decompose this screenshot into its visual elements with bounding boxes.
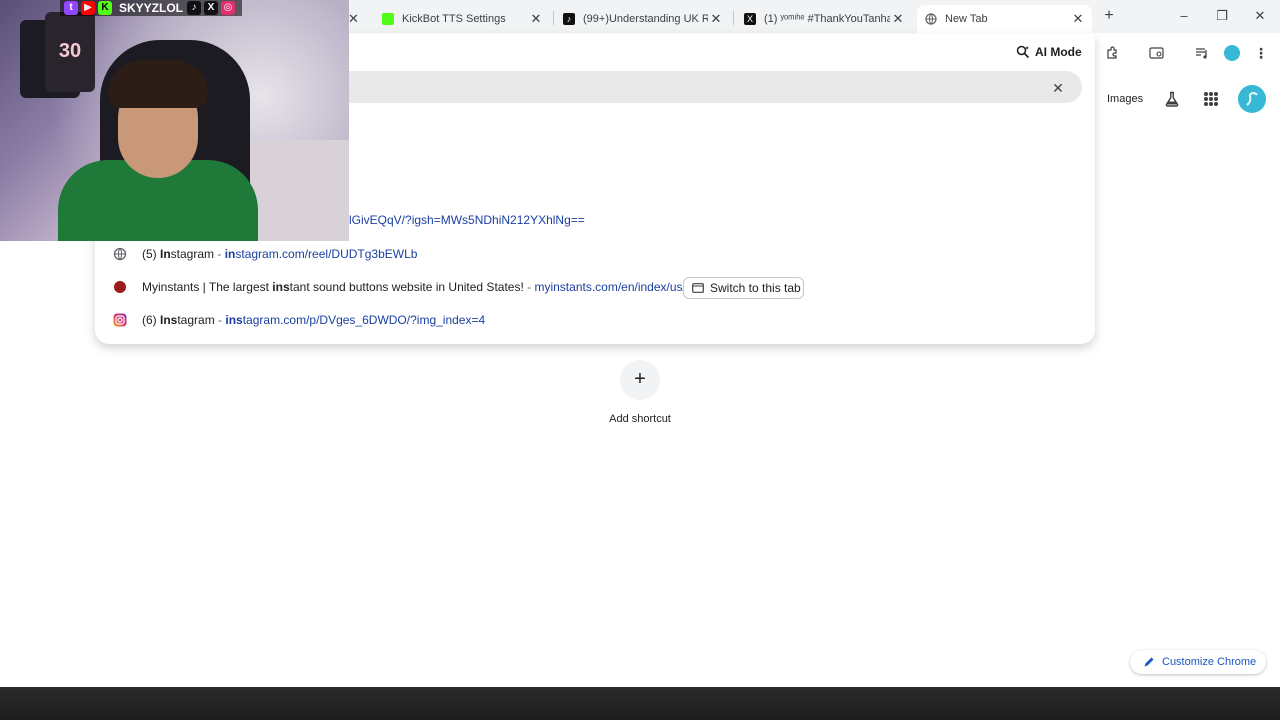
suggestion-title-match: ins (272, 280, 290, 294)
globe-icon (925, 13, 937, 25)
ai-mode-label: AI Mode (1035, 45, 1082, 59)
suggestion-title: tagram (177, 313, 215, 327)
suggestion-text: (6) Instagram - instagram.com/p/DVges_6D… (142, 313, 485, 327)
add-shortcut-button[interactable]: + (620, 360, 660, 400)
streamer-handle: SKYYZLOL (119, 1, 184, 15)
instagram-icon: ◎ (221, 1, 236, 15)
images-link[interactable]: Images (1107, 93, 1143, 105)
wall-jersey: 30 (45, 12, 95, 92)
suggestion-prefix: (6) (142, 313, 160, 327)
separator: - (214, 247, 225, 261)
youtube-icon: ▶ (81, 1, 95, 15)
suggestion-title: Myinstants | The largest (142, 280, 273, 294)
ai-mode-button[interactable]: AI Mode (1016, 45, 1082, 59)
extensions-icon[interactable] (1103, 44, 1121, 62)
suggestion-title: tant sound buttons website in United Sta… (289, 280, 524, 294)
os-taskbar (0, 687, 1280, 720)
tab-new-tab[interactable]: New Tab ✕ (917, 5, 1092, 33)
tiktok-icon: ♪ (187, 1, 202, 15)
media-controls-icon[interactable] (1193, 44, 1211, 62)
minimize-icon[interactable]: – (1174, 8, 1194, 23)
tab-x[interactable]: X (1) ʸᵒᵐᶦʰᵉ #ThankYouTanhas ✕ (736, 5, 912, 33)
suggestion-title: stagram (170, 247, 215, 261)
tab-title: (99+)Understanding UK Ra (583, 13, 708, 25)
search-input[interactable] (348, 71, 1082, 103)
tab-search-icon[interactable] (1148, 44, 1166, 62)
account-avatar[interactable] (1238, 85, 1266, 113)
x-icon: X (744, 13, 756, 25)
omnibox-suggestion[interactable]: (5) Instagram - instagram.com/reel/DUDTg… (95, 239, 1095, 269)
tab-close-button[interactable]: ✕ (708, 11, 724, 27)
separator: - (523, 280, 535, 294)
tab-close-button[interactable]: ✕ (890, 11, 906, 27)
chrome-menu-icon[interactable]: ⋮ (1252, 44, 1270, 62)
kick-icon: K (98, 1, 112, 15)
add-shortcut-label[interactable]: Add shortcut (580, 413, 700, 425)
tab-kickbot[interactable]: KickBot TTS Settings ✕ (372, 5, 550, 33)
suggestion-url: tagram.com/p/DVges_6DWDO/?img_index=4 (242, 313, 486, 327)
new-tab-button[interactable]: + (1100, 7, 1118, 25)
globe-icon (113, 247, 127, 261)
myinstants-icon (114, 281, 126, 293)
streamer-hair (108, 60, 208, 108)
tiktok-icon: ♪ (563, 13, 575, 25)
jersey-number: 30 (58, 40, 82, 62)
tab-close-button[interactable]: ✕ (1070, 11, 1086, 27)
tab-tiktok[interactable]: ♪ (99+)Understanding UK Ra ✕ (555, 5, 730, 33)
suggestion-title-match: Ins (160, 313, 178, 327)
suggestion-title-match: In (160, 247, 171, 261)
switch-to-tab-button[interactable]: Switch to this tab (683, 277, 804, 299)
tab-title: KickBot TTS Settings (402, 13, 506, 25)
suggestion-url-match: ins (225, 313, 243, 327)
customize-chrome-button[interactable]: Customize Chrome (1130, 650, 1266, 674)
profile-avatar-icon[interactable] (1223, 44, 1241, 62)
tab-separator (553, 11, 554, 25)
switch-to-tab-label: Switch to this tab (710, 281, 801, 295)
webcam-overlay: 30 t ▶ K SKYYZLOL ♪ X ◎ (0, 0, 349, 241)
tab-separator (733, 11, 734, 25)
google-apps-icon[interactable] (1204, 92, 1218, 106)
suggestion-url[interactable]: lGivEQqV/?igsh=MWs5NDhiN212YXhlNg== (349, 213, 585, 227)
suggestion-prefix: (5) (142, 247, 160, 261)
suggestion-text: (5) Instagram - instagram.com/reel/DUDTg… (142, 247, 417, 261)
omnibox-suggestion[interactable]: Myinstants | The largest instant sound b… (95, 272, 1095, 302)
suggestion-url: stagram.com/reel/DUDTg3bEWLb (235, 247, 418, 261)
switch-tab-icon (692, 283, 704, 293)
customize-chrome-label: Customize Chrome (1162, 656, 1257, 668)
clear-search-button[interactable]: ✕ (1050, 80, 1066, 96)
suggestion-url-match: in (224, 247, 236, 261)
ai-search-icon (1016, 45, 1030, 59)
tab-close-button[interactable]: ✕ (348, 11, 359, 27)
tab-close-button[interactable]: ✕ (528, 11, 544, 27)
restore-icon[interactable]: ❐ (1212, 8, 1232, 24)
pencil-icon (1144, 657, 1154, 667)
labs-flask-icon[interactable] (1164, 91, 1180, 107)
tab-title: New Tab (945, 13, 988, 25)
instagram-icon (113, 313, 127, 327)
twitch-icon: t (64, 1, 78, 15)
close-window-icon[interactable]: ✕ (1250, 8, 1270, 24)
tab-title: (1) ʸᵒᵐᶦʰᵉ #ThankYouTanhas (764, 13, 890, 25)
suggestion-text: Myinstants | The largest instant sound b… (142, 280, 686, 294)
bed (250, 140, 349, 241)
suggestion-url: myinstants.com/en/index/us/ (534, 280, 686, 294)
social-handles-bar: t ▶ K SKYYZLOL ♪ X ◎ (60, 0, 243, 16)
separator: - (214, 313, 226, 327)
kick-icon (382, 13, 394, 25)
x-icon: X (204, 1, 219, 15)
omnibox-suggestion[interactable]: (6) Instagram - instagram.com/p/DVges_6D… (95, 305, 1095, 335)
